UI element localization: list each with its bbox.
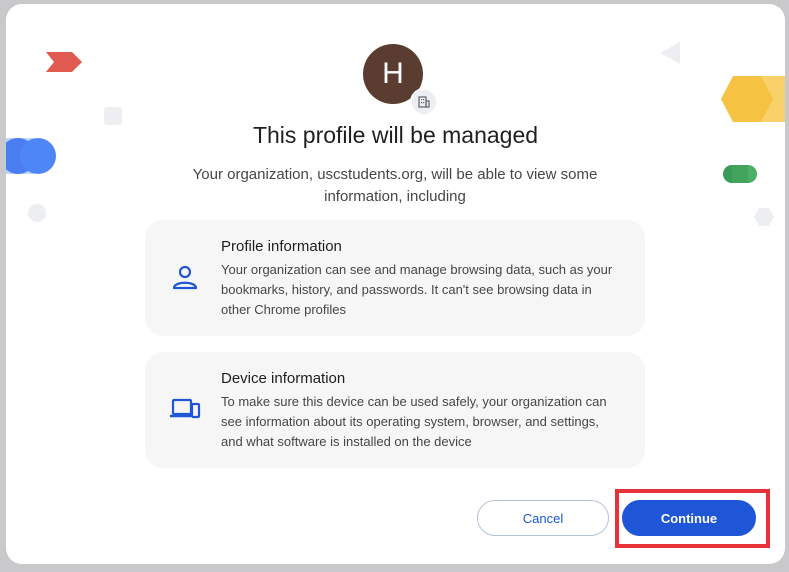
managed-profile-dialog: H This profile will be managed Your orga… xyxy=(6,4,785,564)
cancel-button[interactable]: Cancel xyxy=(477,500,609,536)
small-hexagon-decoration xyxy=(754,208,774,226)
card-heading: Device information xyxy=(221,370,346,387)
red-arrow-decoration xyxy=(46,52,82,72)
green-pill-decoration xyxy=(723,165,757,183)
card-body: To make sure this device can be used saf… xyxy=(221,394,607,449)
highlight-box xyxy=(615,489,770,548)
card-body: Your organization can see and manage bro… xyxy=(221,262,613,317)
profile-information-card: Profile information Your organization ca… xyxy=(145,220,645,336)
circle-decoration xyxy=(28,204,46,222)
dialog-title: This profile will be managed xyxy=(252,122,539,148)
yellow-hexagon-decoration xyxy=(721,76,785,122)
avatar-letter: H xyxy=(382,57,404,90)
device-information-card: Device information To make sure this dev… xyxy=(145,352,645,468)
devices-icon xyxy=(170,398,201,419)
card-heading: Profile information xyxy=(221,238,342,255)
building-icon xyxy=(410,88,438,116)
dialog-subtitle: Your organization, uscstudents.org, will… xyxy=(192,166,598,205)
person-icon xyxy=(172,265,198,290)
triangle-decoration xyxy=(660,42,680,64)
